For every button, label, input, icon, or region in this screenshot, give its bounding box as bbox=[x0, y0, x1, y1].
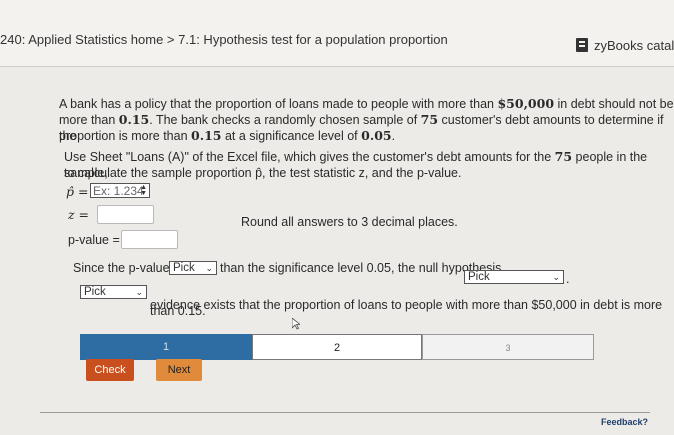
check-button[interactable]: Check bbox=[86, 359, 134, 381]
tab-3[interactable]: 3 bbox=[422, 334, 594, 360]
feedback-link[interactable]: Feedback? bbox=[601, 417, 648, 427]
conclusion-evidence: evidence exists that the proportion of l… bbox=[150, 298, 663, 312]
instruction-line-2: to calculate the sample proportion p̂, t… bbox=[64, 166, 462, 180]
tab-1[interactable]: 1 bbox=[80, 334, 252, 360]
problem-line-1: A bank has a policy that the proportion … bbox=[59, 96, 674, 111]
catalog-book-icon bbox=[576, 38, 588, 52]
problem-line-3: proportion is more than 0.15 at a signif… bbox=[59, 128, 396, 143]
tab-2[interactable]: 2 bbox=[252, 334, 422, 360]
conclusion-since: Since the p-value is bbox=[73, 261, 183, 275]
evidence-select[interactable]: Pick ⌄ bbox=[80, 285, 147, 299]
zybooks-catalog-link[interactable]: zyBooks catalo bbox=[576, 38, 674, 53]
chevron-down-icon: ⌄ bbox=[205, 263, 213, 273]
next-button[interactable]: Next bbox=[156, 359, 202, 381]
conclusion-than-2: than 0.15. bbox=[150, 304, 206, 318]
comparison-select[interactable]: Pick ⌄ bbox=[169, 261, 217, 275]
chevron-down-icon: ⌄ bbox=[135, 287, 143, 297]
phat-input[interactable]: Ex: 1.234 ▲ ▼ bbox=[90, 183, 150, 198]
progress-tabs: 1 2 3 bbox=[80, 334, 594, 362]
z-label: z = bbox=[68, 207, 90, 222]
mouse-cursor-icon bbox=[292, 318, 300, 330]
pvalue-label: p-value = bbox=[68, 233, 120, 247]
divider bbox=[40, 412, 650, 413]
pvalue-input[interactable] bbox=[121, 230, 178, 249]
chevron-down-icon: ⌄ bbox=[552, 272, 560, 282]
phat-label: p̂ = bbox=[66, 184, 89, 199]
breadcrumb[interactable]: 240: Applied Statistics home > 7.1: Hypo… bbox=[0, 32, 448, 47]
stepper-arrows-icon[interactable]: ▲ ▼ bbox=[140, 184, 147, 197]
conclusion-period: . bbox=[566, 272, 570, 286]
z-input[interactable] bbox=[97, 205, 154, 224]
conclusion-than: than the significance level 0.05, the nu… bbox=[220, 261, 502, 275]
top-bar: 240: Applied Statistics home > 7.1: Hypo… bbox=[0, 0, 674, 67]
rounding-note: Round all answers to 3 decimal places. bbox=[241, 215, 458, 229]
null-hypothesis-select[interactable]: Pick ⌄ bbox=[464, 270, 564, 284]
